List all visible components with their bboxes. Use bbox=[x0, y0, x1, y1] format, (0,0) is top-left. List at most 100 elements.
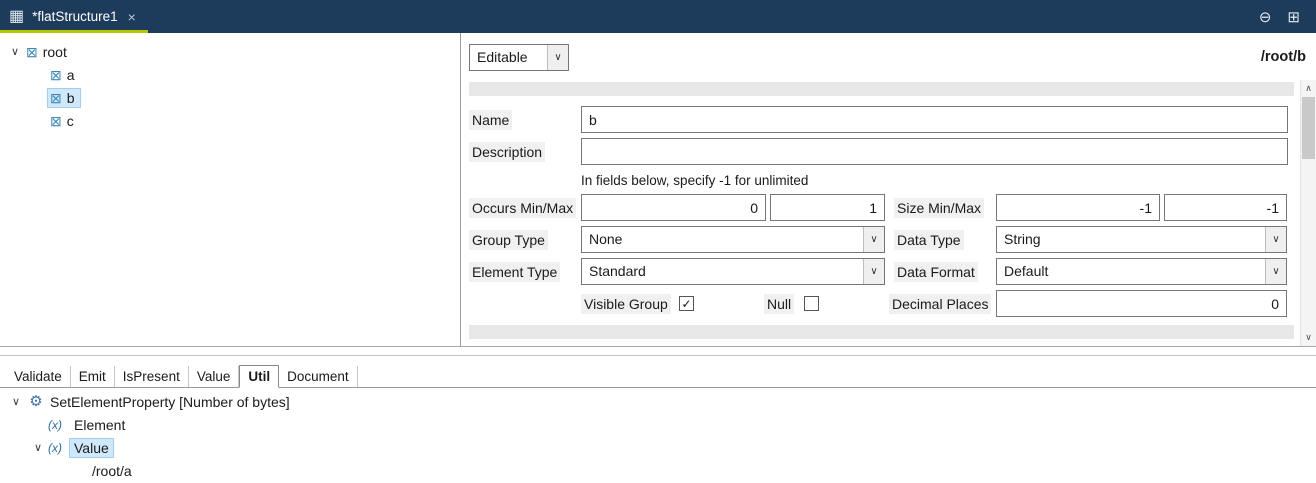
vertical-scrollbar[interactable]: ∧ ∨ bbox=[1300, 80, 1316, 346]
fx-icon: (x) bbox=[48, 418, 70, 432]
element-type-select[interactable]: Standard ∨ bbox=[581, 258, 885, 285]
properties-panel: Editable ∨ /root/b Name Description In f… bbox=[461, 33, 1316, 346]
tree-item-label[interactable]: root bbox=[43, 44, 67, 60]
chevron-down-icon[interactable]: ∨ bbox=[1265, 227, 1286, 252]
check-icon: ✓ bbox=[681, 297, 691, 311]
group-data-type-row: Group Type None ∨ Data Type String ∨ bbox=[469, 226, 1288, 253]
tree-node[interactable]: ⊠ a bbox=[48, 66, 80, 84]
name-input[interactable] bbox=[581, 106, 1288, 133]
null-label: Null bbox=[764, 294, 794, 314]
data-format-value: Default bbox=[997, 259, 1265, 284]
tree-item-root[interactable]: ∨ ⊠ root bbox=[0, 40, 460, 63]
tab-document[interactable]: Document bbox=[279, 366, 358, 387]
tree-item-label[interactable]: a bbox=[67, 67, 75, 83]
tree-item-label[interactable]: b bbox=[67, 90, 75, 106]
document-tab[interactable]: ▦ *flatStructure1 × bbox=[0, 0, 148, 33]
name-row: Name bbox=[469, 106, 1288, 133]
group-type-select[interactable]: None ∨ bbox=[581, 226, 885, 253]
decimal-places-input[interactable] bbox=[996, 290, 1287, 317]
document-tab-title: *flatStructure1 bbox=[32, 9, 118, 24]
flags-decimal-row: Visible Group ✓ Null Decimal Places bbox=[469, 290, 1288, 317]
tree-node-selected[interactable]: ⊠ b bbox=[48, 89, 80, 107]
rule-item-setelementproperty[interactable]: ∨ ⚙ SetElementProperty [Number of bytes] bbox=[0, 390, 1316, 413]
tree-item-c[interactable]: ⊠ c bbox=[0, 109, 460, 132]
close-tab-icon[interactable]: × bbox=[128, 9, 136, 25]
description-label: Description bbox=[469, 142, 545, 162]
tree-item-label[interactable]: c bbox=[67, 113, 74, 129]
element-path: /root/b bbox=[1261, 49, 1306, 65]
chevron-down-icon[interactable]: ∨ bbox=[863, 227, 884, 252]
group-type-label: Group Type bbox=[469, 230, 548, 250]
tab-emit[interactable]: Emit bbox=[71, 366, 115, 387]
fx-icon: (x) bbox=[48, 441, 70, 455]
occurs-minmax-label: Occurs Min/Max bbox=[469, 198, 576, 218]
data-type-value: String bbox=[997, 227, 1265, 252]
tab-util[interactable]: Util bbox=[239, 365, 279, 388]
data-format-select[interactable]: Default ∨ bbox=[996, 258, 1287, 285]
element-icon: ⊠ bbox=[50, 114, 62, 128]
mode-select[interactable]: Editable ∨ bbox=[469, 44, 569, 71]
util-rule-tree: ∨ ⚙ SetElementProperty [Number of bytes]… bbox=[0, 390, 1316, 482]
description-input[interactable] bbox=[581, 138, 1288, 165]
collapsed-section-bar[interactable] bbox=[469, 82, 1294, 96]
mode-select-value: Editable bbox=[470, 45, 547, 70]
unlimited-hint-text: In fields below, specify -1 for unlimite… bbox=[581, 173, 808, 188]
rule-item-label[interactable]: /root/a bbox=[88, 462, 136, 480]
decimal-places-label: Decimal Places bbox=[889, 294, 991, 314]
occurs-min-input[interactable] bbox=[581, 194, 766, 221]
structure-tree-panel: ∨ ⊠ root ⊠ a ⊠ b ⊠ c bbox=[0, 33, 461, 346]
scroll-up-icon[interactable]: ∧ bbox=[1301, 81, 1316, 96]
scroll-down-icon[interactable]: ∨ bbox=[1301, 330, 1316, 345]
rule-item-value[interactable]: ∨ (x) Value bbox=[0, 436, 1316, 459]
rule-item-label[interactable]: SetElementProperty [Number of bytes] bbox=[46, 393, 294, 411]
chevron-down-icon[interactable]: ∨ bbox=[6, 45, 24, 58]
rule-item-element[interactable]: (x) Element bbox=[0, 413, 1316, 436]
group-type-value: None bbox=[582, 227, 863, 252]
rule-item-path[interactable]: /root/a bbox=[0, 459, 1316, 482]
element-type-value: Standard bbox=[582, 259, 863, 284]
main-area: ∨ ⊠ root ⊠ a ⊠ b ⊠ c bbox=[0, 33, 1316, 347]
tree-item-a[interactable]: ⊠ a bbox=[0, 63, 460, 86]
tree-item-b[interactable]: ⊠ b bbox=[0, 86, 460, 109]
size-max-input[interactable] bbox=[1164, 194, 1287, 221]
visible-group-checkbox[interactable]: ✓ bbox=[679, 296, 694, 311]
properties-header: Editable ∨ /root/b bbox=[461, 33, 1316, 81]
structure-file-icon: ▦ bbox=[9, 9, 24, 25]
rules-panel: Validate Emit IsPresent Value Util Docum… bbox=[0, 356, 1316, 483]
data-type-label: Data Type bbox=[894, 230, 964, 250]
collapse-window-icon[interactable]: ⊖ bbox=[1259, 8, 1272, 26]
element-type-label: Element Type bbox=[469, 262, 560, 282]
window-controls: ⊖ ⊞ bbox=[1259, 8, 1316, 26]
maximize-window-icon[interactable]: ⊞ bbox=[1287, 8, 1300, 26]
name-label: Name bbox=[469, 110, 512, 130]
data-format-label: Data Format bbox=[894, 262, 978, 282]
size-min-input[interactable] bbox=[996, 194, 1160, 221]
rule-item-label-selected[interactable]: Value bbox=[70, 439, 113, 457]
size-minmax-label: Size Min/Max bbox=[894, 198, 984, 218]
tree-node[interactable]: ⊠ c bbox=[48, 112, 79, 130]
chevron-down-icon[interactable]: ∨ bbox=[1265, 259, 1286, 284]
chevron-down-icon[interactable]: ∨ bbox=[6, 395, 26, 408]
collapsed-section-bar[interactable] bbox=[469, 325, 1294, 339]
tab-ispresent[interactable]: IsPresent bbox=[115, 366, 189, 387]
chevron-down-icon[interactable]: ∨ bbox=[863, 259, 884, 284]
rules-tab-bar: Validate Emit IsPresent Value Util Docum… bbox=[0, 359, 1316, 388]
element-type-format-row: Element Type Standard ∨ Data Format Defa… bbox=[469, 258, 1288, 285]
chevron-down-icon[interactable]: ∨ bbox=[547, 45, 568, 70]
description-row: Description bbox=[469, 138, 1288, 165]
tab-value[interactable]: Value bbox=[189, 366, 240, 387]
properties-form: Name Description In fields below, specif… bbox=[469, 106, 1288, 322]
data-type-select[interactable]: String ∨ bbox=[996, 226, 1287, 253]
element-icon: ⊠ bbox=[50, 91, 62, 105]
chevron-down-icon[interactable]: ∨ bbox=[28, 441, 48, 454]
rule-item-label[interactable]: Element bbox=[70, 416, 129, 434]
occurs-max-input[interactable] bbox=[770, 194, 885, 221]
scrollbar-thumb[interactable] bbox=[1302, 97, 1315, 159]
titlebar: ▦ *flatStructure1 × ⊖ ⊞ bbox=[0, 0, 1316, 33]
element-icon: ⊠ bbox=[50, 68, 62, 82]
tree-node[interactable]: ⊠ root bbox=[24, 43, 72, 61]
null-checkbox[interactable] bbox=[804, 296, 819, 311]
hint-row: In fields below, specify -1 for unlimite… bbox=[581, 170, 1288, 190]
tab-validate[interactable]: Validate bbox=[6, 366, 71, 387]
visible-group-label: Visible Group bbox=[581, 294, 671, 314]
